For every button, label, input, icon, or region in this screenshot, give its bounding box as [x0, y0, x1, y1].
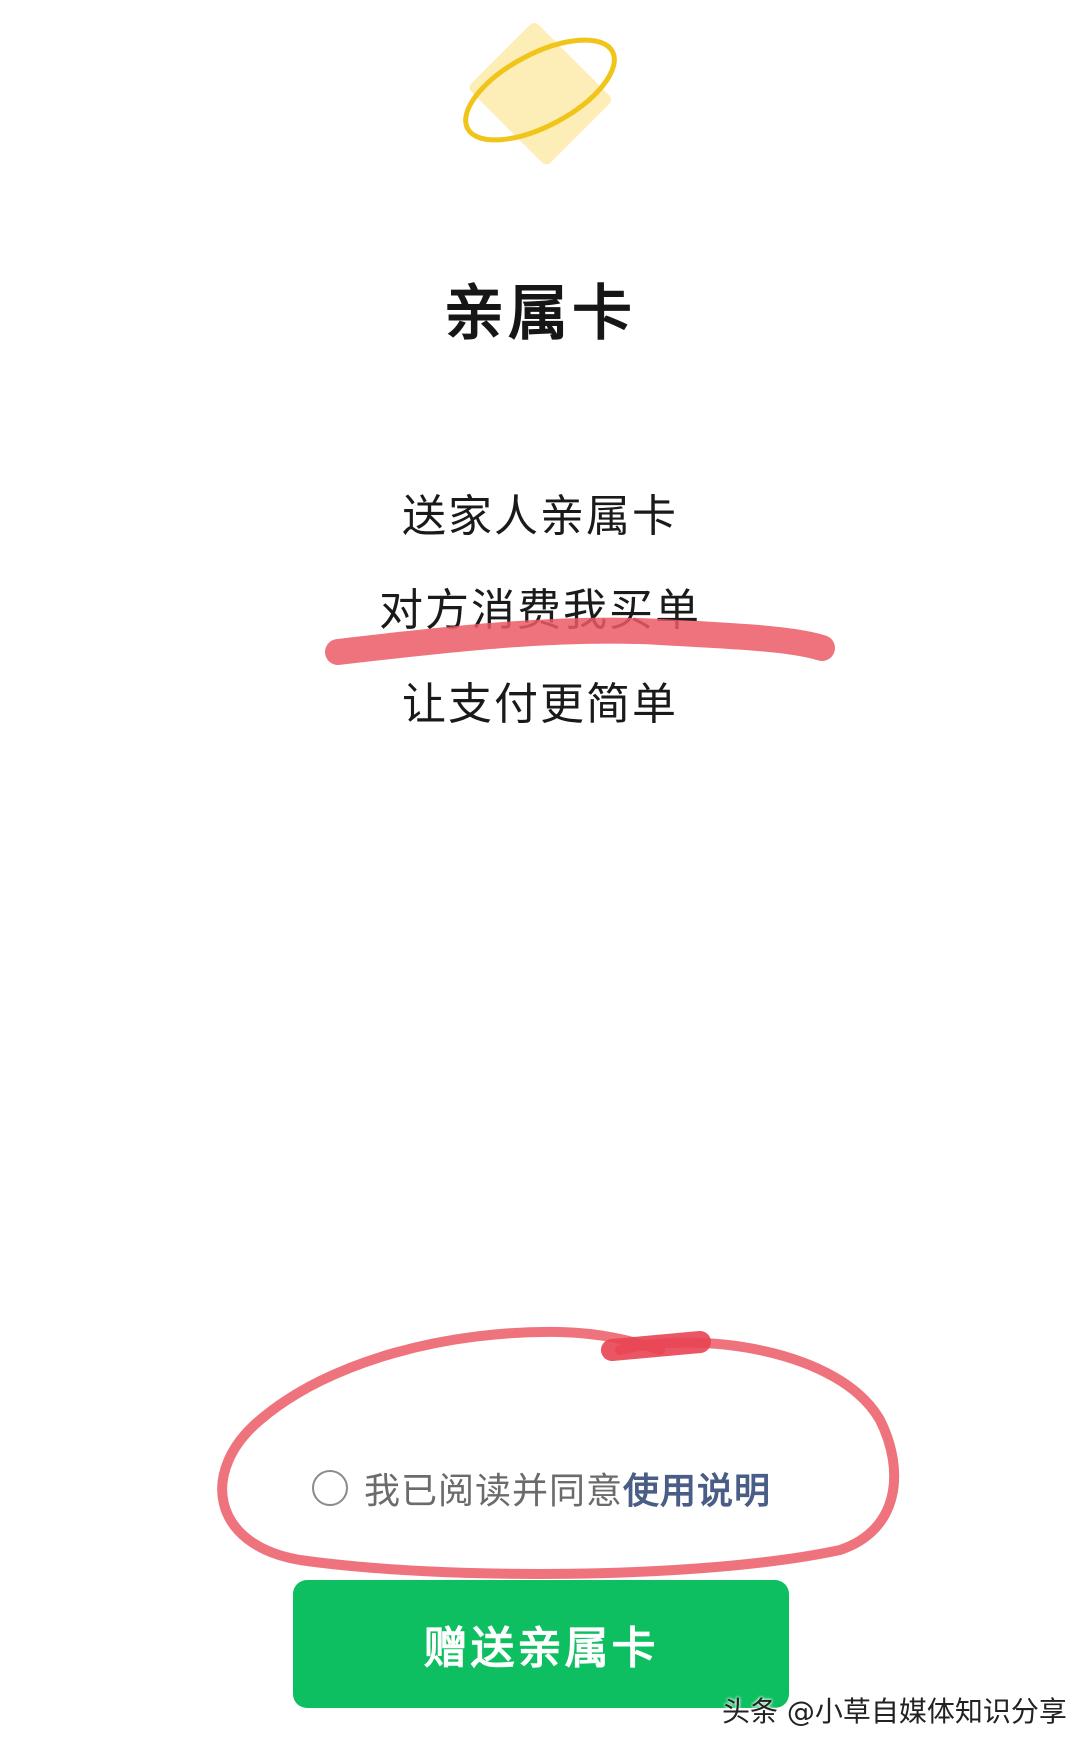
- circle-marker: [217, 1326, 900, 1579]
- page-title: 亲属卡: [444, 279, 636, 349]
- agree-checkbox[interactable]: [312, 1470, 348, 1506]
- agreement-text: 我已阅读并同意: [364, 1471, 624, 1512]
- intro-line-2: 对方消费我买单: [379, 585, 701, 636]
- family-card-logo-icon: [463, 22, 617, 165]
- usage-instructions-link[interactable]: 使用说明: [623, 1462, 771, 1514]
- intro-line-1: 送家人亲属卡: [402, 491, 678, 542]
- agreement-row: 我已阅读并同意 使用说明: [312, 1460, 771, 1516]
- gift-family-card-button[interactable]: 赠送亲属卡: [293, 1580, 789, 1708]
- watermark: 头条 @小草自媒体知识分享: [722, 1695, 1067, 1728]
- intro-line-3: 让支付更简单: [402, 679, 678, 730]
